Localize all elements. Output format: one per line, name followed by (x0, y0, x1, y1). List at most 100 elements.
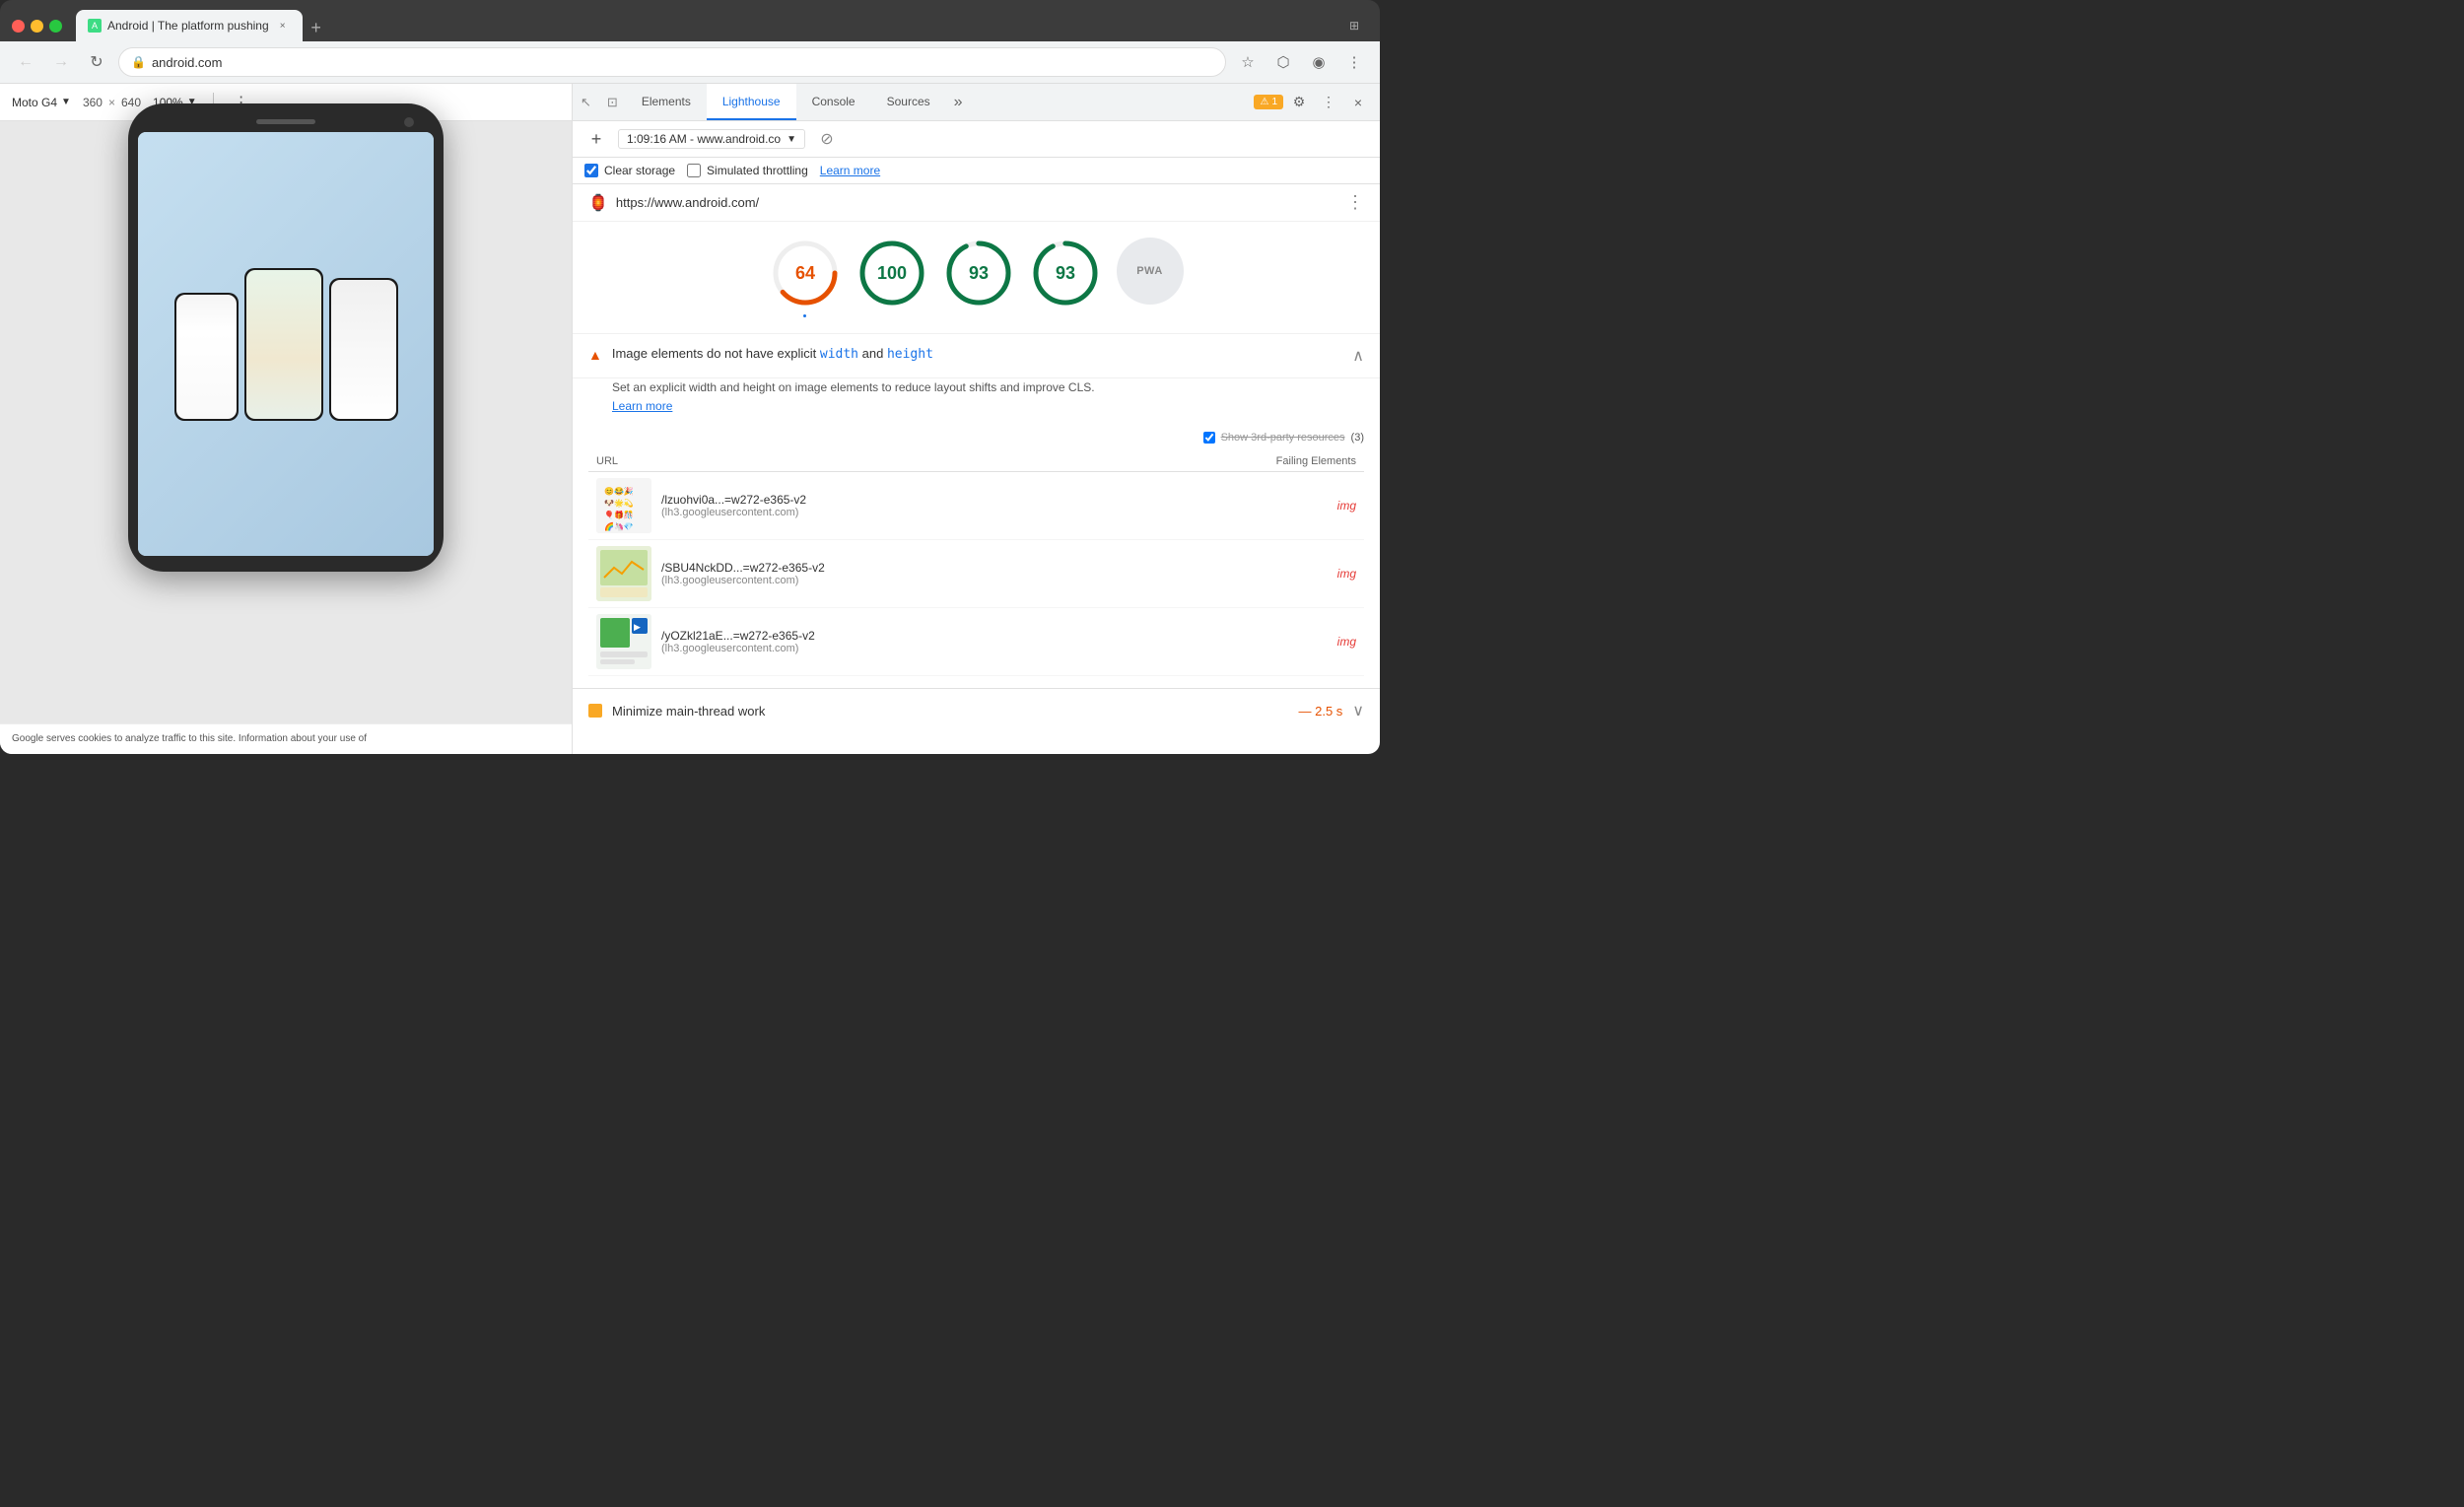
back-button[interactable]: ← (12, 48, 39, 76)
resource-domain-2: (lh3.googleusercontent.com) (661, 575, 1328, 586)
score-best-practices-ring: 93 (943, 238, 1014, 308)
settings-button[interactable]: ⚙ (1285, 89, 1313, 116)
inner-screen-1 (176, 295, 237, 419)
window-menu-icon[interactable]: ⊞ (1340, 12, 1368, 39)
title-bar: A Android | The platform pushing × + ⊞ (0, 0, 1380, 41)
reload-button[interactable]: ↻ (83, 48, 110, 76)
chrome-menu-button[interactable]: ⋮ (1340, 48, 1368, 76)
inner-phone-2 (244, 268, 323, 421)
simulated-throttling-label[interactable]: Simulated throttling (687, 164, 808, 177)
issue-title: Image elements do not have explicit widt… (612, 346, 933, 362)
resource-thumb-2 (596, 546, 651, 601)
devtools-header: ↖ ⊡ Elements Lighthouse Console Sources (573, 84, 1380, 121)
close-button[interactable] (12, 20, 25, 33)
pwa-circle: PWA (1117, 238, 1184, 305)
phone-screenshot (138, 132, 434, 556)
bookmark-button[interactable]: ☆ (1234, 48, 1262, 76)
forward-button[interactable]: → (47, 48, 75, 76)
lighthouse-toolbar: + 1:09:16 AM - www.android.co ▼ ⊘ (573, 121, 1380, 158)
address-field[interactable]: 🔒 android.com (118, 47, 1226, 77)
pwa-label: PWA (1136, 265, 1163, 277)
simulated-throttling-checkbox[interactable] (687, 164, 701, 177)
add-audit-button[interactable]: + (584, 127, 608, 151)
new-tab-button[interactable]: + (303, 14, 330, 41)
score-pwa: PWA (1117, 238, 1184, 317)
inner-phones (165, 258, 408, 431)
tab-title: Android | The platform pushing (107, 19, 269, 33)
issue-expand-button[interactable]: ∧ (1352, 346, 1364, 366)
warning-icon: ⚠ (1260, 97, 1268, 107)
profile-button[interactable]: ◉ (1305, 48, 1333, 76)
issue-learn-more-link[interactable]: Learn more (612, 399, 672, 413)
more-options-button[interactable]: ⋮ (1315, 89, 1342, 116)
timestamp-text: 1:09:16 AM - www.android.co (627, 132, 781, 146)
address-bar-row: ← → ↻ 🔒 android.com ☆ ⬡ ◉ ⋮ (0, 41, 1380, 84)
devtools-panel: ↖ ⊡ Elements Lighthouse Console Sources (572, 84, 1380, 754)
bottom-issue-title: Minimize main-thread work (612, 704, 1288, 719)
timestamp-selector[interactable]: 1:09:16 AM - www.android.co ▼ (618, 129, 805, 149)
cursor-tool[interactable]: ↖ (573, 95, 599, 110)
extension-button[interactable]: ⬡ (1269, 48, 1297, 76)
devtools-content[interactable]: 🏮 https://www.android.com/ ⋮ 64 (573, 184, 1380, 754)
resources-table-header: URL Failing Elements (588, 451, 1364, 472)
dimension-separator: × (108, 96, 115, 109)
tab-elements[interactable]: Elements (626, 84, 707, 120)
tab-sources[interactable]: Sources (871, 84, 946, 120)
resources-count: (3) (1351, 432, 1364, 444)
resource-url-1: /lzuohvi0a...=w272-e365-v2 (661, 493, 1328, 507)
score-performance: 64 (770, 238, 841, 317)
issue-warning-icon: ▲ (588, 347, 602, 363)
responsive-tool[interactable]: ⊡ (599, 95, 626, 110)
resource-row-2: /SBU4NckDD...=w272-e365-v2 (lh3.googleus… (588, 540, 1364, 608)
resource-element-1: img (1337, 499, 1356, 513)
svg-text:93: 93 (1055, 263, 1074, 283)
col-elements: Failing Elements (1276, 455, 1356, 467)
score-accessibility: 100 (856, 238, 927, 317)
tab-more[interactable]: » (946, 84, 971, 120)
url-more-button[interactable]: ⋮ (1346, 192, 1364, 213)
resource-url-group-1: /lzuohvi0a...=w272-e365-v2 (lh3.googleus… (661, 493, 1328, 518)
phone-speaker (256, 119, 315, 124)
bottom-issue-value: — 2.5 s (1298, 704, 1342, 719)
resource-row-3: ▶ /yOZkl21aE...=w272-e365-v2 (lh3.google… (588, 608, 1364, 676)
resource-element-3: img (1337, 635, 1356, 649)
inner-phone-1 (174, 293, 239, 421)
bottom-issue-row[interactable]: Minimize main-thread work — 2.5 s ∨ (573, 688, 1380, 732)
issue-description-text: Set an explicit width and height on imag… (612, 380, 1095, 394)
svg-text:93: 93 (968, 263, 988, 283)
audit-url-icon: 🏮 (588, 193, 608, 213)
settings-row: Clear storage Simulated throttling Learn… (573, 158, 1380, 184)
clear-button[interactable]: ⊘ (815, 127, 839, 151)
cookie-notice: Google serves cookies to analyze traffic… (0, 723, 572, 754)
devtools-tabs: Elements Lighthouse Console Sources » (626, 84, 1247, 120)
image-issue-row[interactable]: ▲ Image elements do not have explicit wi… (573, 334, 1380, 378)
maximize-button[interactable] (49, 20, 62, 33)
close-devtools-button[interactable]: × (1344, 89, 1372, 116)
content-area: Moto G4 ▼ 360 × 640 100% ▼ ⋮ (0, 84, 1380, 754)
show-3rd-party-checkbox[interactable] (1203, 432, 1215, 444)
score-seo: 93 (1030, 238, 1101, 317)
issue-title-plain: Image elements do not have explicit (612, 346, 820, 361)
svg-text:🎈🎁🎊: 🎈🎁🎊 (604, 510, 634, 519)
show-3rd-party-label: Show 3rd-party resources (1221, 432, 1345, 444)
resources-section: Show 3rd-party resources (3) URL Failing… (573, 428, 1380, 688)
device-selector[interactable]: Moto G4 ▼ (12, 96, 71, 109)
tab-console[interactable]: Console (796, 84, 871, 120)
score-best-practices: 93 (943, 238, 1014, 317)
clear-storage-label[interactable]: Clear storage (584, 164, 675, 177)
bottom-issue-chevron[interactable]: ∨ (1352, 701, 1364, 720)
url-row: 🏮 https://www.android.com/ ⋮ (573, 184, 1380, 222)
active-tab[interactable]: A Android | The platform pushing × (76, 10, 303, 41)
devtools-actions: ⚠ 1 ⚙ ⋮ × (1246, 89, 1380, 116)
address-bar-actions: ☆ ⬡ ◉ ⋮ (1234, 48, 1368, 76)
cookie-text: Google serves cookies to analyze traffic… (12, 733, 367, 744)
resource-url-3: /yOZkl21aE...=w272-e365-v2 (661, 629, 1328, 643)
score-performance-ring: 64 (770, 238, 841, 308)
learn-more-link[interactable]: Learn more (820, 164, 880, 177)
clear-storage-checkbox[interactable] (584, 164, 598, 177)
tab-lighthouse[interactable]: Lighthouse (707, 84, 796, 120)
inner-phone-3 (329, 278, 398, 421)
minimize-button[interactable] (31, 20, 43, 33)
tab-close-button[interactable]: × (275, 18, 291, 34)
score-circles: 64 100 (573, 222, 1380, 334)
